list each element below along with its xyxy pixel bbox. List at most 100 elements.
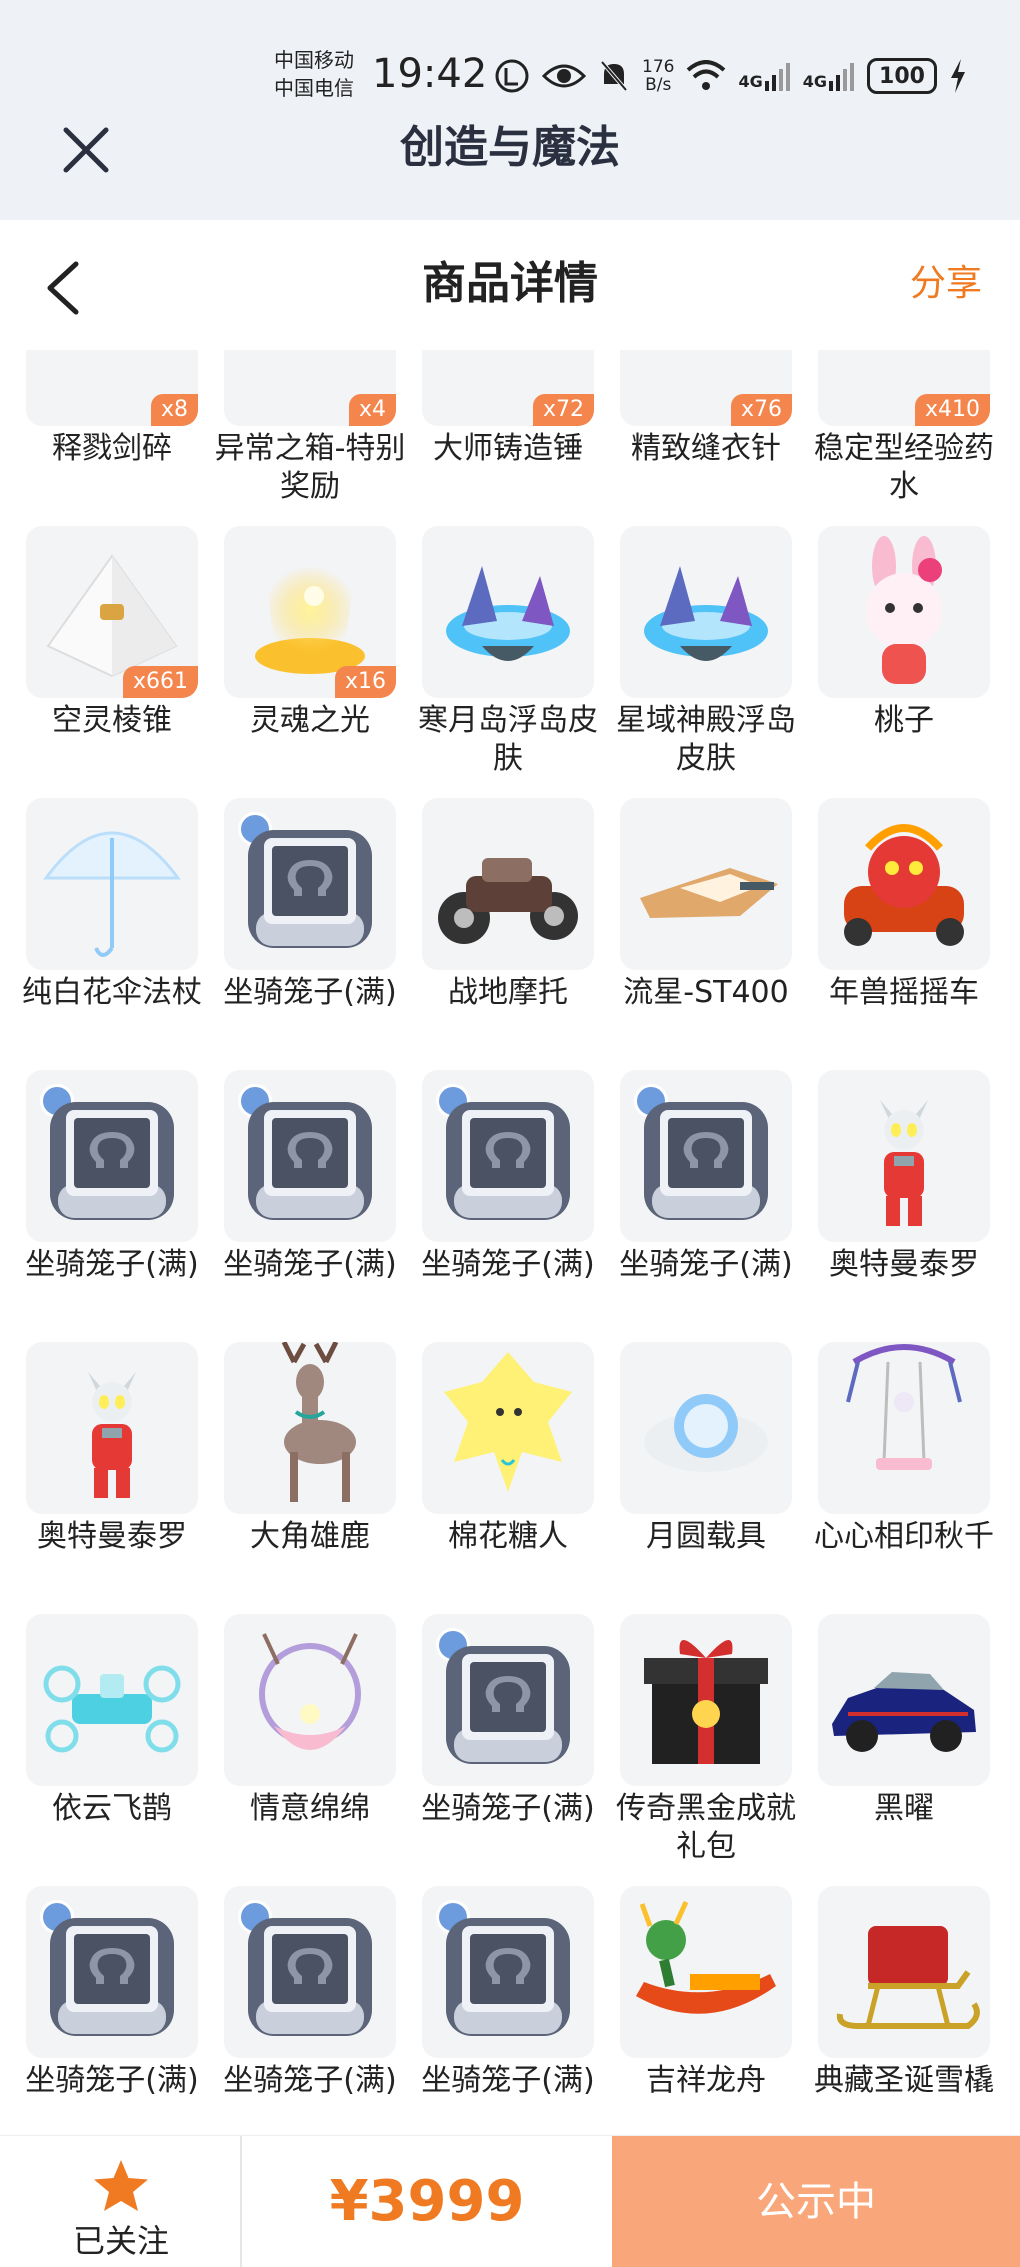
net-speed-value: 176 — [642, 57, 675, 77]
gift-box-icon — [620, 1639, 792, 1786]
item-thumbnail: x410 — [818, 350, 990, 426]
floating-island-icon — [422, 566, 594, 698]
net-speed-unit: B/s — [645, 75, 672, 95]
item-card[interactable]: 坐骑笼子(满) — [421, 1070, 595, 1340]
share-button[interactable]: 分享 — [910, 256, 982, 312]
lion-car-icon — [818, 824, 990, 970]
item-name: 桃子 — [874, 703, 934, 738]
item-name: 释戮剑碎 — [52, 431, 172, 466]
item-card[interactable]: 棉花糖人 — [422, 1342, 594, 1612]
item-card[interactable]: 星域神殿浮岛皮肤 — [616, 526, 796, 796]
item-card[interactable]: 战地摩托 — [422, 798, 594, 1068]
item-row: 坐骑笼子(满) 坐骑笼子(满) 坐骑笼子(满) 坐骑笼子(满) 奥特曼泰罗 — [0, 1070, 1020, 1340]
item-name: 坐骑笼子(满) — [619, 1247, 793, 1282]
item-card[interactable]: x72 大师铸造锤 — [422, 350, 594, 524]
ultraman-icon — [818, 1100, 990, 1242]
status-button[interactable]: 公示中 — [612, 2136, 1020, 2267]
item-name: 稳定型经验药水 — [814, 431, 994, 504]
item-row: 坐骑笼子(满) 坐骑笼子(满) 坐骑笼子(满) 吉祥龙舟 典藏圣诞雪橇 — [0, 1886, 1020, 2135]
item-card[interactable]: 传奇黑金成就礼包 — [616, 1614, 796, 1884]
item-name: 灵魂之光 — [250, 703, 370, 738]
car-icon — [818, 1672, 990, 1786]
item-name: 坐骑笼子(满) — [223, 975, 397, 1010]
item-card[interactable]: 奥特曼泰罗 — [26, 1342, 198, 1612]
item-card[interactable]: 纯白花伞法杖 — [22, 798, 202, 1068]
item-thumbnail: x661 — [26, 526, 198, 698]
item-card[interactable]: x410 稳定型经验药水 — [814, 350, 994, 524]
swing-icon — [818, 1344, 990, 1514]
item-thumbnail — [26, 1070, 198, 1242]
cage-icon — [446, 1646, 570, 1764]
quantity-badge: x8 — [150, 394, 198, 426]
item-card[interactable]: 坐骑笼子(满) — [223, 1886, 397, 2135]
item-name: 坐骑笼子(满) — [421, 2063, 595, 2098]
item-card[interactable]: 坐骑笼子(满) — [421, 1614, 595, 1884]
item-card[interactable]: 年兽摇摇车 — [818, 798, 990, 1068]
item-card[interactable]: 典藏圣诞雪橇 — [814, 1886, 994, 2135]
cage-icon — [248, 830, 372, 948]
item-name: 月圆载具 — [646, 1519, 766, 1554]
item-card[interactable]: 黑曜 — [818, 1614, 990, 1884]
cage-icon — [248, 1918, 372, 2036]
item-card[interactable]: 依云飞鹊 — [26, 1614, 198, 1884]
item-card[interactable]: x76 精致缝衣针 — [620, 350, 792, 524]
item-card[interactable]: 月圆载具 — [620, 1342, 792, 1612]
item-card[interactable]: 大角雄鹿 — [224, 1342, 396, 1612]
app-top-bar: 中国移动 中国电信 19:42 176 B/s 4G 4G 100 创造与魔法 — [0, 0, 1020, 220]
wifi-icon — [687, 60, 726, 90]
item-card[interactable]: x16 灵魂之光 — [224, 526, 396, 796]
item-name: 坐骑笼子(满) — [421, 1791, 595, 1826]
cage-icon — [50, 1102, 174, 1220]
item-thumbnail — [26, 1342, 198, 1514]
item-thumbnail: x4 — [224, 350, 396, 426]
item-card[interactable]: 寒月岛浮岛皮肤 — [418, 526, 598, 796]
item-card[interactable]: 奥特曼泰罗 — [818, 1070, 990, 1340]
carrier-2: 中国电信 — [274, 76, 354, 100]
item-card[interactable]: 坐骑笼子(满) — [223, 798, 397, 1068]
item-card[interactable]: 吉祥龙舟 — [620, 1886, 792, 2135]
item-thumbnail — [224, 1886, 396, 2058]
item-card[interactable]: 流星-ST400 — [620, 798, 792, 1068]
item-thumbnail — [620, 526, 792, 698]
follow-button[interactable]: 已关注 — [0, 2136, 242, 2267]
item-card[interactable]: x661 空灵棱锥 — [26, 526, 198, 796]
star-icon — [94, 2160, 148, 2211]
item-card[interactable]: 坐骑笼子(满) — [619, 1070, 793, 1340]
item-card[interactable]: 坐骑笼子(满) — [25, 1070, 199, 1340]
item-thumbnail — [26, 1886, 198, 2058]
item-thumbnail: x8 — [26, 350, 198, 426]
drone-icon — [26, 1665, 198, 1786]
item-card[interactable]: 心心相印秋千 — [814, 1342, 994, 1612]
clock: 19:42 — [372, 51, 488, 97]
item-card[interactable]: 情意绵绵 — [224, 1614, 396, 1884]
item-card[interactable]: x4 异常之箱-特别奖励 — [215, 350, 405, 524]
item-thumbnail: x16 — [224, 526, 396, 698]
item-thumbnail — [818, 1342, 990, 1514]
item-name: 奥特曼泰罗 — [37, 1519, 187, 1554]
eye-icon — [542, 64, 586, 88]
sleigh-icon — [818, 1926, 990, 2058]
item-thumbnail — [422, 1342, 594, 1514]
item-row: x8 释戮剑碎 x4 异常之箱-特别奖励 x72 大师铸造锤 x76 精致缝衣针 x410 稳定型… — [0, 350, 1020, 524]
page-header: 商品详情 分享 — [0, 220, 1020, 350]
item-name: 坐骑笼子(满) — [223, 1247, 397, 1282]
cage-icon — [248, 1102, 372, 1220]
item-card[interactable]: 桃子 — [818, 526, 990, 796]
item-card[interactable]: 坐骑笼子(满) — [421, 1886, 595, 2135]
item-thumbnail — [224, 1614, 396, 1786]
item-name: 坐骑笼子(满) — [421, 1247, 595, 1282]
cage-icon — [644, 1102, 768, 1220]
battery-indicator: 100 — [866, 58, 937, 94]
item-card[interactable]: 坐骑笼子(满) — [223, 1070, 397, 1340]
item-name: 大角雄鹿 — [250, 1519, 370, 1554]
item-name: 情意绵绵 — [250, 1791, 370, 1826]
signal-2: 4G — [803, 61, 855, 91]
item-name: 流星-ST400 — [623, 975, 789, 1010]
item-grid: x8 释戮剑碎 x4 异常之箱-特别奖励 x72 大师铸造锤 x76 精致缝衣针 x410 稳定型… — [0, 350, 1020, 2135]
item-card[interactable]: x8 释戮剑碎 — [26, 350, 198, 524]
item-card[interactable]: 坐骑笼子(满) — [25, 1886, 199, 2135]
status-icons: 176 B/s 4G 4G 100 — [494, 54, 967, 98]
bottom-action-bar: 已关注 ¥3999 公示中 — [0, 2135, 1020, 2267]
item-thumbnail: x72 — [422, 350, 594, 426]
quantity-badge: x661 — [122, 666, 198, 698]
